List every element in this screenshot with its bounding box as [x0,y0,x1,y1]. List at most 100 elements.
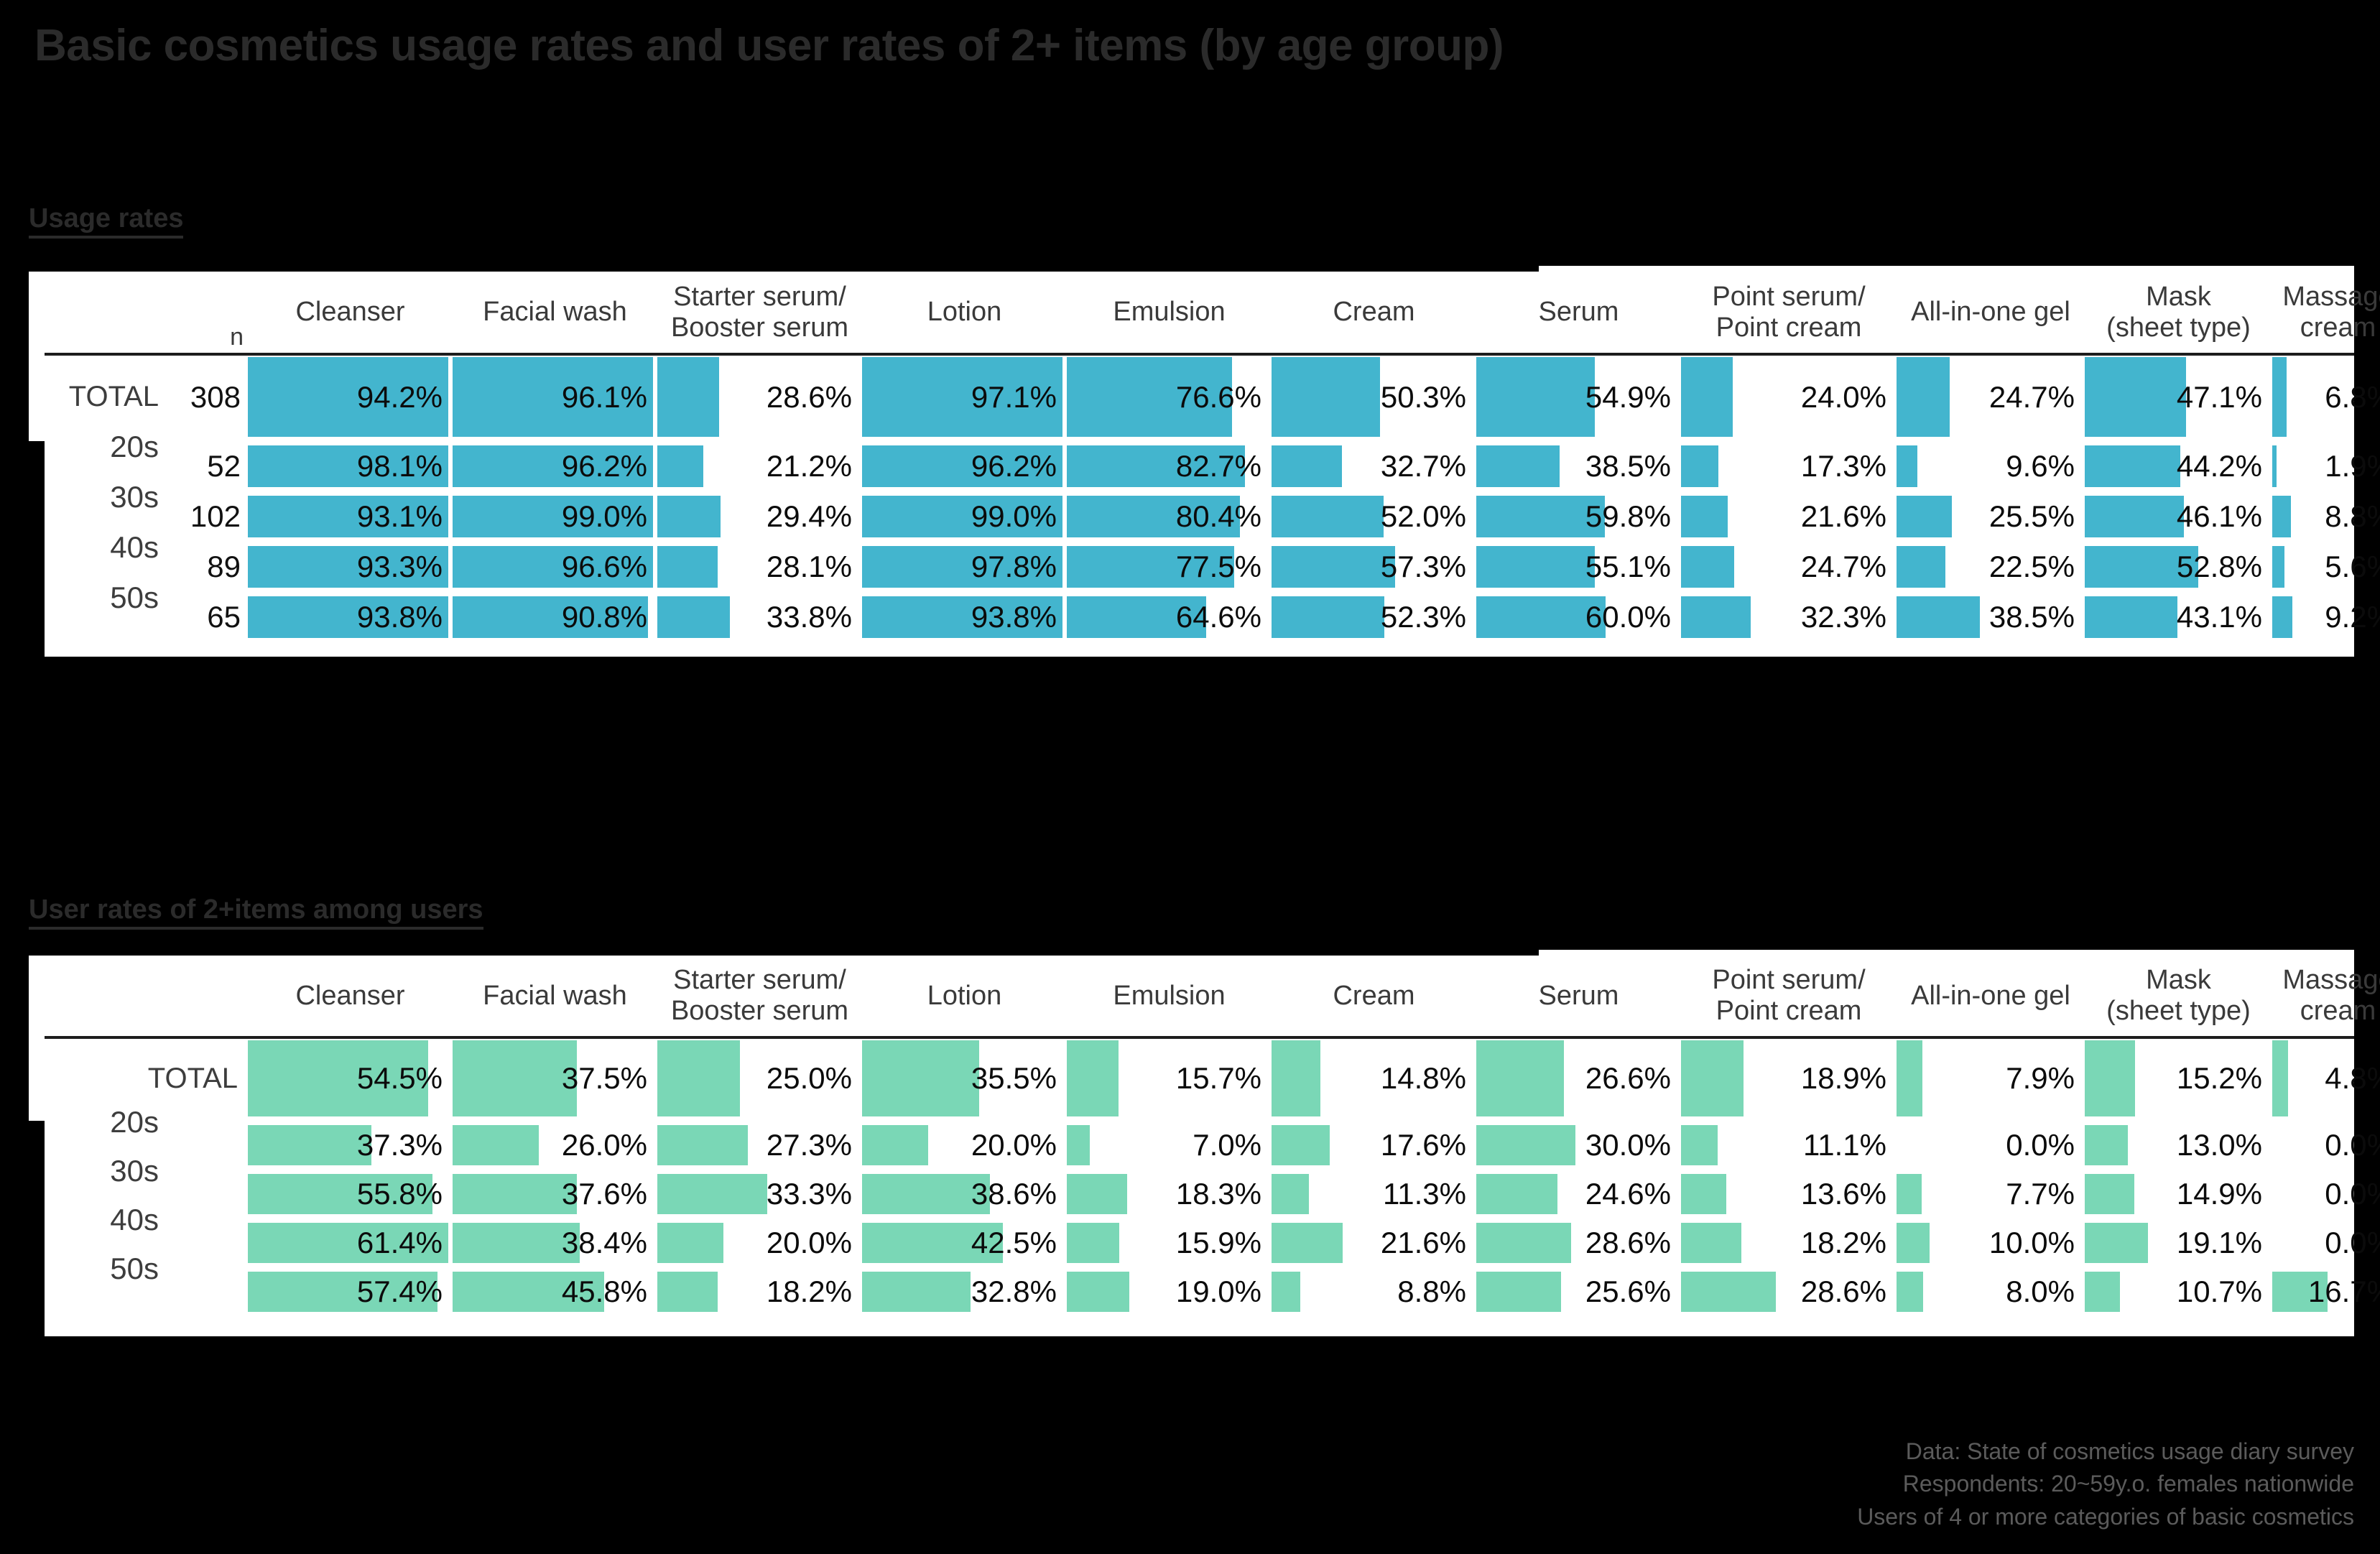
data-cell: 61.4% [248,1218,453,1267]
value-label: 9.2% [2325,600,2380,634]
value-bar [1897,1040,1923,1116]
value-bar [657,496,721,537]
header-cream: Cream [1333,297,1415,328]
value-bar [1067,1174,1128,1214]
data-cell: 20.0% [657,1218,862,1267]
value-bar [1067,1125,1091,1165]
value-bar [1067,1040,1119,1116]
data-cell: 24.7% [1897,353,2085,441]
value-label: 99.0% [971,499,1057,533]
value-label: 18.2% [766,1275,852,1308]
header-massage-cream: Massage cream [2282,281,2380,343]
value-label: 25.6% [1585,1275,1671,1308]
data-cell: 99.0% [862,491,1067,542]
value-bar [1681,357,1733,437]
data-cell: 64.6% [1067,592,1272,642]
data-cell: 47.1% [2085,353,2272,441]
value-label: 7.9% [2006,1061,2075,1095]
value-label: 77.5% [1175,550,1261,583]
data-cell: 0.0% [2272,1121,2380,1170]
header-serum-2: Serum [1538,980,1619,1011]
data-cell: 33.8% [657,592,862,642]
value-label: 26.6% [1585,1061,1671,1095]
value-label: 28.6% [1585,1226,1671,1259]
value-bar [1897,596,1980,638]
value-bar [657,546,718,588]
value-label: 80.4% [1175,499,1261,533]
data-cell: 10.0% [1897,1218,2085,1267]
value-bar [1681,1223,1741,1263]
value-label: 26.0% [561,1128,647,1162]
data-cell: 28.6% [1681,1267,1897,1316]
value-label: 27.3% [766,1128,852,1162]
value-label: 97.8% [971,550,1057,583]
data-cell: 9.2% [2272,592,2380,642]
age-group-label: 30s [110,1154,159,1188]
value-label: 97.1% [971,379,1057,414]
data-cell: 24.7% [1681,542,1897,592]
header-facial-wash: Facial wash [483,297,627,328]
data-cell: 97.8% [862,542,1067,592]
value-label: 28.6% [766,379,852,414]
value-bar [2085,1125,2128,1165]
value-label: 52.0% [1380,499,1466,533]
value-label: 38.4% [561,1226,647,1259]
age-group-label: 40s [110,530,159,564]
value-bar [1681,1272,1776,1312]
value-label: 93.8% [356,600,443,634]
value-label: 21.6% [1380,1226,1466,1259]
section-heading-user-rates: User rates of 2+items among users [29,894,483,930]
data-cell: 80.4% [1067,491,1272,542]
value-label: 96.2% [561,449,647,483]
header-cleanser: Cleanser [295,297,405,328]
value-label: 38.5% [1988,600,2075,634]
value-bar [1272,357,1380,437]
data-cell: 28.6% [1476,1218,1681,1267]
header-mask-2: Mask (sheet type) [2106,965,2251,1026]
header-all-in-one-gel-2: All-in-one gel [1911,980,2070,1011]
data-cell: 57.3% [1272,542,1476,592]
value-bar [1897,1223,1930,1263]
table-row: 102 93.1% 99.0% 29.4% 99.0% 80.4% 52.0% 59.8% 21… [29,491,2380,542]
data-cell: 0.0% [2272,1218,2380,1267]
value-label: 7.7% [2006,1177,2075,1211]
n-value: 102 [190,499,241,533]
value-label: 32.3% [1800,600,1886,634]
value-label: 10.0% [1988,1226,2075,1259]
data-cell: 13.0% [2085,1121,2272,1170]
data-cell: 52.3% [1272,592,1476,642]
data-cell: 32.7% [1272,441,1476,491]
value-label: 18.3% [1175,1177,1261,1211]
age-group-label: 40s [110,1203,159,1236]
data-cell: 37.3% [248,1121,453,1170]
data-cell: 21.6% [1681,491,1897,542]
data-cell: 7.0% [1067,1121,1272,1170]
data-cell: 93.1% [248,491,453,542]
value-label: 14.8% [1380,1061,1466,1095]
header-cream-2: Cream [1333,980,1415,1011]
data-cell: 45.8% [453,1267,657,1316]
data-cell: 4.8% [2272,1036,2380,1121]
value-bar [2085,357,2187,437]
header-cleanser-2: Cleanser [295,980,405,1011]
data-cell: 11.1% [1681,1121,1897,1170]
age-group-label: 20s [110,1105,159,1139]
value-bar [2085,1223,2148,1263]
n-value: 89 [207,550,241,583]
value-label: 6.8% [2325,379,2380,414]
data-cell: 46.1% [2085,491,2272,542]
data-cell: 43.1% [2085,592,2272,642]
data-cell: 25.6% [1476,1267,1681,1316]
data-cell: 5.6% [2272,542,2380,592]
value-label: 38.5% [1585,449,1671,483]
age-group-label: 30s [110,480,159,514]
data-cell: 96.6% [453,542,657,592]
value-label: 93.1% [356,499,443,533]
value-label: 15.7% [1175,1061,1261,1095]
value-bar [1897,1272,1923,1312]
data-cell: 25.0% [657,1036,862,1121]
value-bar [453,1040,577,1116]
data-cell: 96.2% [453,441,657,491]
value-label: 0.0% [2325,1226,2380,1259]
value-bar [2085,445,2180,487]
